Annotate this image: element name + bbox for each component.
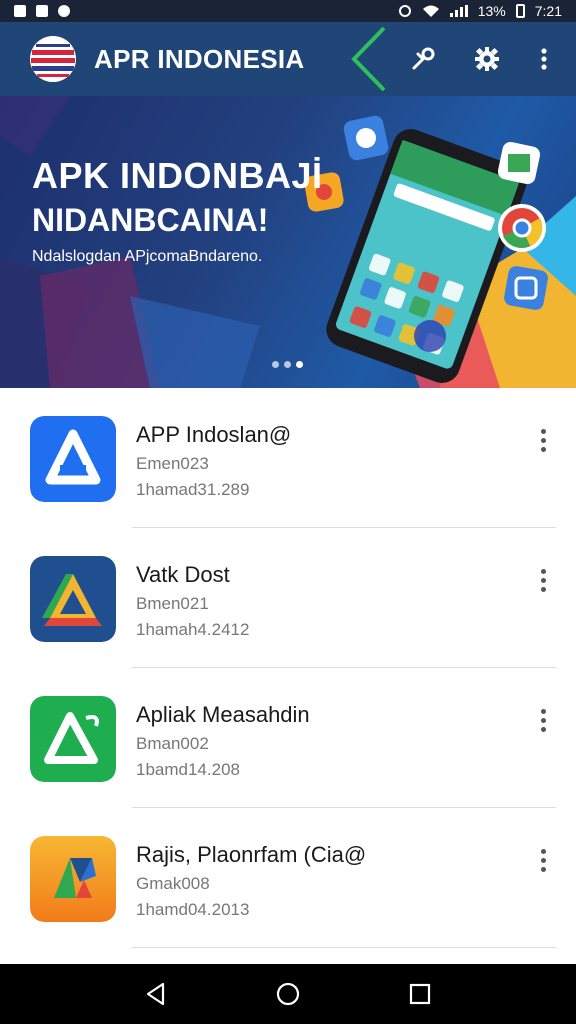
home-icon: [276, 982, 300, 1006]
app-meta: 1hamah4.2412: [136, 620, 250, 639]
banner-title: APK INDONBAJİ: [32, 155, 323, 196]
vibrate-icon: [398, 5, 411, 17]
app-name: Vatk Dost: [136, 562, 230, 587]
clock: 7:21: [534, 3, 562, 19]
banner-title-secondary: NIDANBCAINA!: [32, 202, 269, 238]
status-indicators: 13% 7:21: [398, 3, 562, 19]
more-vert-icon: [541, 48, 547, 70]
battery-percent: 13%: [477, 3, 506, 19]
banner-artwork: [0, 96, 576, 388]
signal-icon: [449, 5, 468, 17]
overflow-menu-button[interactable]: [527, 42, 561, 76]
page-dot-active: [296, 361, 303, 368]
green-a-icon: [30, 696, 116, 782]
page-dot: [272, 361, 279, 368]
system-nav-bar: [0, 964, 576, 1024]
app-developer: Gmak008: [136, 874, 210, 893]
promo-banner[interactable]: APK INDONBAJİ NIDANBCAINA! Ndalslogdan A…: [0, 96, 576, 388]
page-indicator: [272, 361, 303, 368]
page-dot: [284, 361, 291, 368]
app-name: Rajis, Plaonrfam (Cia@: [136, 842, 367, 867]
app-title: APR INDONESIA: [94, 44, 305, 74]
list-item[interactable]: Apliak Measahdin Bman002 1bamd14.208: [0, 668, 576, 808]
drive-triangle-icon: [30, 556, 116, 642]
app-name: APP Indoslan@: [136, 422, 292, 447]
divider: [132, 947, 556, 948]
image-notification-icon: [14, 5, 26, 17]
wifi-icon: [422, 5, 439, 17]
back-icon: [146, 982, 165, 1006]
app-meta: 1hamad31.289: [136, 480, 250, 499]
orange-drive-icon: [30, 836, 116, 922]
app-a-icon: [30, 416, 116, 502]
file-notification-icon: [36, 5, 48, 17]
app-list: APP Indoslan@ Emen023 1hamad31.289 Vatk …: [0, 388, 576, 948]
status-notifications: [14, 5, 70, 17]
logo-icon: [30, 36, 76, 82]
list-item[interactable]: Vatk Dost Bmen021 1hamah4.2412: [0, 528, 576, 668]
list-item[interactable]: APP Indoslan@ Emen023 1hamad31.289: [0, 388, 576, 528]
item-more-button[interactable]: [530, 704, 556, 736]
settings-gear-icon: [475, 47, 499, 71]
app-meta: 1bamd14.208: [136, 760, 240, 779]
item-more-button[interactable]: [530, 424, 556, 456]
app-developer: Bmen021: [136, 594, 209, 613]
app-name: Apliak Measahdin: [136, 702, 310, 727]
item-more-button[interactable]: [530, 844, 556, 876]
item-more-button[interactable]: [530, 564, 556, 596]
tools-icon: [412, 47, 435, 70]
back-button[interactable]: [136, 974, 176, 1014]
settings-button[interactable]: [470, 42, 504, 76]
app-developer: Bman002: [136, 734, 209, 753]
app-bar: APR INDONESIA: [0, 22, 576, 96]
battery-icon: [515, 4, 525, 18]
screen: 13% 7:21 APR INDONESIA APK INDONBAJİ NID…: [0, 0, 576, 1024]
tools-button[interactable]: [406, 42, 440, 76]
banner-subtitle: Ndalslogdan APjcomaBndareno.: [32, 248, 263, 265]
home-button[interactable]: [268, 974, 308, 1014]
recents-icon: [409, 983, 431, 1005]
list-item[interactable]: Rajis, Plaonrfam (Cia@ Gmak008 1hamd04.2…: [0, 808, 576, 948]
chevron-accent-icon: [351, 26, 386, 92]
status-bar: 13% 7:21: [0, 0, 576, 22]
recents-button[interactable]: [400, 974, 440, 1014]
app-developer: Emen023: [136, 454, 209, 473]
app-meta: 1hamd04.2013: [136, 900, 250, 919]
app-notification-icon: [58, 5, 70, 17]
